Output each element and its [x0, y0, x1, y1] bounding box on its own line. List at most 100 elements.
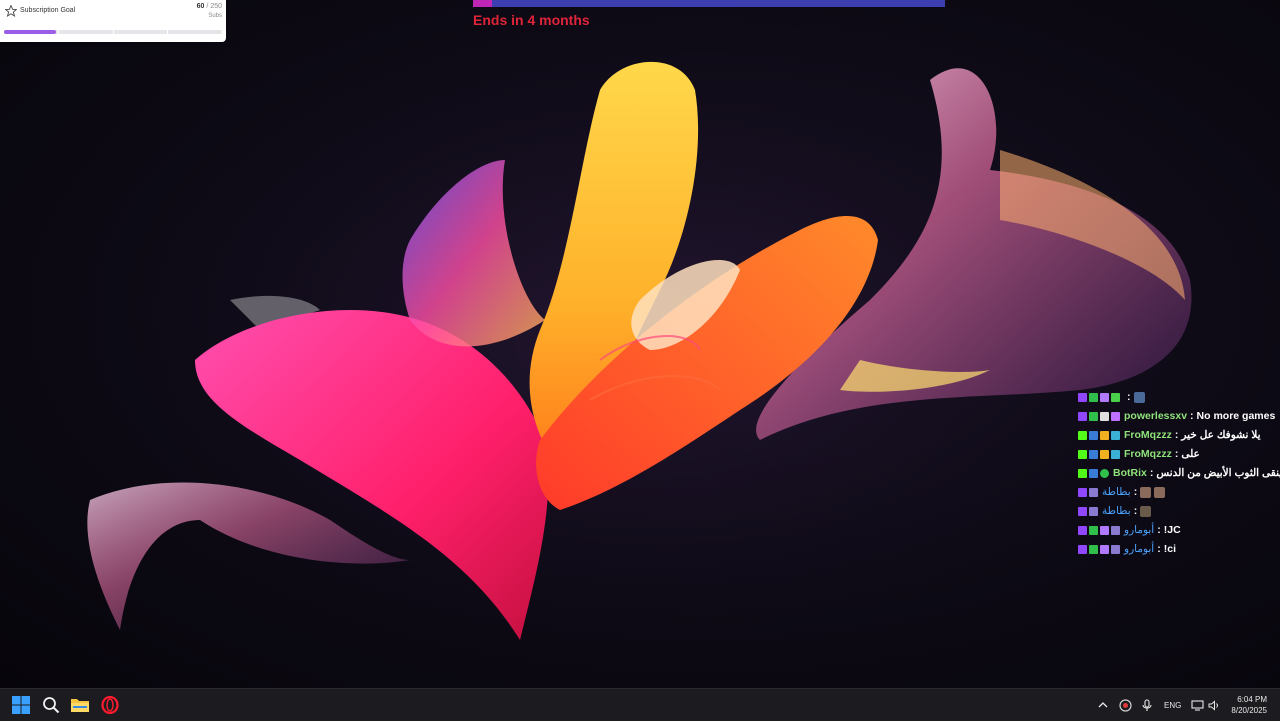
emote-icon [1140, 505, 1152, 517]
chat-username: FroMqzzz [1124, 448, 1172, 460]
badge-icon [1111, 411, 1120, 421]
chat-message: powerlessxv : No more games [1078, 408, 1275, 424]
badge-icon [1078, 449, 1087, 459]
clock-date: 8/20/2025 [1231, 706, 1267, 715]
badge-icon [1089, 468, 1098, 478]
chat-separator: : [1157, 524, 1161, 536]
badge-icon [1078, 392, 1087, 402]
subscription-separator: / [206, 3, 209, 10]
badge-icon [1078, 525, 1087, 535]
subscription-progress-fill [4, 30, 57, 34]
shield-icon [1119, 698, 1132, 712]
chat-username: بطاطة [1102, 505, 1131, 517]
taskbar: ENG 6:04 PM 8/20/2025 [0, 688, 1280, 721]
opera-icon [101, 696, 119, 714]
progress-tick [58, 30, 59, 34]
progress-tick [113, 30, 114, 34]
badge-icon [1100, 411, 1109, 421]
show-hidden-icons-button[interactable] [1098, 689, 1108, 721]
badge-icon [1089, 487, 1098, 497]
subscription-current: 60 [196, 3, 205, 10]
system-clock[interactable]: 6:04 PM 8/20/2025 [1231, 694, 1267, 716]
chat-message: : [1078, 389, 1148, 405]
subscription-goal-count: 60 / 250 [197, 3, 222, 10]
badge-icon [1100, 525, 1109, 535]
badge-icon [1100, 430, 1109, 440]
badge-icon [1078, 544, 1087, 554]
chat-username: أبومارو [1124, 543, 1155, 555]
chat-text: يلا نشوفك عل خير [1181, 429, 1261, 441]
windows-start-icon [12, 696, 30, 714]
chat-message: BotRix : كما ينقى الثوب الأبيض من الدنس [1078, 465, 1280, 481]
badge-icon [1078, 487, 1087, 497]
badge-icon [1089, 506, 1098, 516]
chat-separator: : [1190, 410, 1194, 422]
microphone-icon [1142, 698, 1152, 711]
abstract-ribbon-artwork [80, 10, 1200, 670]
opera-button[interactable] [98, 693, 122, 717]
subscription-goal-title: Subscription Goal [20, 7, 76, 14]
chat-message: أبومارو : !ci [1078, 541, 1176, 557]
badge-icon [1111, 392, 1120, 402]
badge-icon [1078, 506, 1087, 516]
badge-icon [1078, 468, 1087, 478]
chat-separator: : [1174, 429, 1179, 441]
language-indicator[interactable]: ENG [1164, 689, 1181, 721]
badge-icon [1089, 449, 1098, 459]
progress-tick [167, 30, 168, 34]
countdown-progress-fill [473, 0, 492, 7]
verified-icon [1100, 468, 1109, 478]
chat-message: FroMqzzz : على [1078, 446, 1200, 462]
emote-icon [1140, 486, 1152, 498]
subscription-goal-widget: Subscription Goal 60 / 250 Subs [0, 0, 226, 42]
badge-icon [1089, 544, 1098, 554]
network-tray-button[interactable] [1191, 689, 1204, 721]
microphone-tray-button[interactable] [1142, 689, 1152, 721]
search-button[interactable] [39, 693, 63, 717]
badge-icon [1089, 392, 1098, 402]
badge-icon [1089, 525, 1098, 535]
chat-text: على [1181, 448, 1200, 460]
subscription-target: 250 [210, 3, 222, 10]
clock-time: 6:04 PM [1237, 695, 1267, 704]
chat-message: بطاطة : [1078, 484, 1168, 500]
volume-icon [1208, 699, 1218, 711]
chat-message: بطاطة : [1078, 503, 1154, 519]
start-button[interactable] [9, 693, 33, 717]
badge-icon [1089, 430, 1098, 440]
star-icon [5, 5, 17, 17]
chat-username: أبومارو [1124, 524, 1155, 536]
chat-text: !JC [1163, 524, 1181, 536]
badge-icon [1100, 449, 1109, 459]
chat-username: BotRix [1113, 467, 1147, 479]
emote-icon [1133, 391, 1145, 403]
chat-username: بطاطة [1102, 486, 1131, 498]
chat-separator: : [1157, 543, 1161, 555]
badge-icon [1111, 430, 1120, 440]
chat-separator: : [1133, 505, 1138, 517]
chevron-up-icon [1098, 702, 1108, 708]
chat-separator: : [1149, 467, 1154, 479]
subscription-unit: Subs [208, 13, 222, 19]
countdown-progress-bar [473, 0, 945, 7]
file-explorer-button[interactable] [68, 693, 92, 717]
volume-tray-button[interactable] [1208, 689, 1220, 721]
network-icon [1191, 699, 1204, 711]
countdown-label: Ends in 4 months [473, 12, 590, 28]
badge-icon [1100, 392, 1109, 402]
chat-username: FroMqzzz [1124, 429, 1172, 441]
chat-text: No more games [1196, 410, 1276, 422]
chat-username: powerlessxv [1124, 410, 1188, 422]
chat-message: أبومارو : !JC [1078, 522, 1181, 538]
badge-icon [1111, 525, 1120, 535]
badge-icon [1078, 430, 1087, 440]
badge-icon [1111, 449, 1120, 459]
badge-icon [1089, 411, 1098, 421]
chat-separator: : [1127, 391, 1131, 403]
chat-separator: : [1174, 448, 1179, 460]
file-explorer-icon [71, 699, 89, 712]
badge-icon [1100, 544, 1109, 554]
search-icon [43, 697, 60, 714]
security-tray-button[interactable] [1119, 689, 1132, 721]
badge-icon [1111, 544, 1120, 554]
